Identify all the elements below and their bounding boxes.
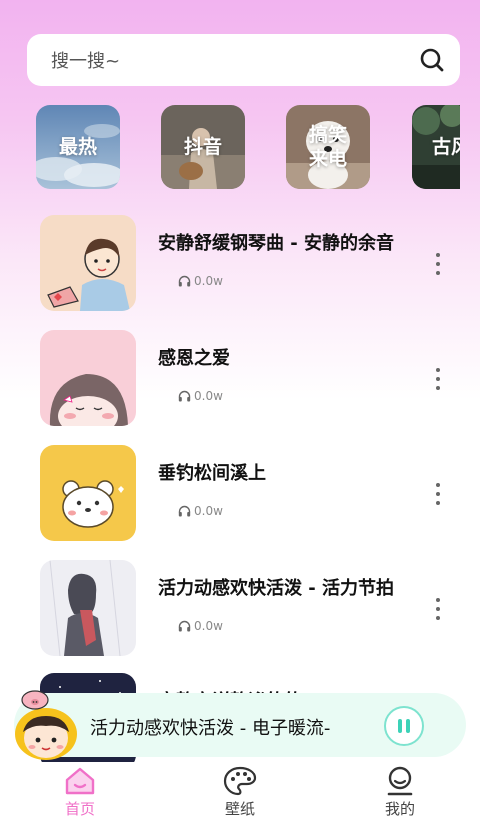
- more-options-icon[interactable]: [432, 483, 444, 505]
- play-count: 0.0w: [178, 619, 223, 633]
- song-row[interactable]: 安静舒缓钢琴曲 - 安静的余音 0.0w: [0, 215, 480, 311]
- search-placeholder: 搜一搜~: [51, 51, 121, 72]
- more-options-icon[interactable]: [432, 253, 444, 275]
- headphones-icon: [178, 620, 191, 632]
- category-douyin[interactable]: 抖音: [161, 105, 245, 189]
- song-title: 垂钓松间溪上: [158, 463, 266, 484]
- headphones-icon: [178, 505, 191, 517]
- play-count-value: 0.0w: [194, 619, 223, 633]
- headphones-icon: [178, 275, 191, 287]
- headphones-icon: [178, 390, 191, 402]
- search-bar[interactable]: 搜一搜~: [27, 34, 460, 86]
- more-options-icon[interactable]: [432, 598, 444, 620]
- profile-icon: [387, 766, 413, 796]
- tab-home[interactable]: 首页: [50, 766, 110, 819]
- category-ancient-style[interactable]: 古风: [412, 105, 460, 189]
- category-funny-ringtone[interactable]: 搞笑 来电: [286, 105, 370, 189]
- play-count: 0.0w: [178, 389, 223, 403]
- song-cover: [40, 330, 136, 426]
- song-row[interactable]: 垂钓松间溪上 0.0w: [0, 445, 480, 541]
- now-playing-title: 活力动感欢快活泼 - 电子暖流-: [90, 718, 331, 739]
- play-count: 0.0w: [178, 274, 223, 288]
- palette-icon: [223, 766, 257, 796]
- song-cover: [40, 560, 136, 656]
- tab-wallpaper[interactable]: 壁纸: [210, 766, 270, 819]
- category-label: 古风: [432, 136, 460, 158]
- tab-label: 壁纸: [224, 800, 255, 818]
- category-row: 最热 抖音 搞笑 来电 古风: [36, 105, 460, 189]
- play-count: 0.0w: [178, 504, 223, 518]
- play-count-value: 0.0w: [194, 389, 223, 403]
- player-avatar: [13, 690, 79, 760]
- play-count-value: 0.0w: [194, 504, 223, 518]
- category-label: 抖音: [183, 136, 222, 158]
- song-cover: [40, 445, 136, 541]
- category-label: 搞笑 来电: [308, 124, 347, 170]
- song-title: 感恩之爱: [158, 348, 230, 369]
- song-row[interactable]: 感恩之爱 0.0w: [0, 330, 480, 426]
- more-options-icon[interactable]: [432, 368, 444, 390]
- song-cover: [40, 215, 136, 311]
- bottom-tab-bar: 首页 壁纸 我的: [0, 762, 480, 826]
- home-icon: [65, 767, 95, 795]
- tab-label: 我的: [384, 800, 415, 818]
- play-count-value: 0.0w: [194, 274, 223, 288]
- song-row[interactable]: 活力动感欢快活泼 - 活力节拍 0.0w: [0, 560, 480, 656]
- tab-profile[interactable]: 我的: [370, 766, 430, 819]
- category-label: 最热: [58, 136, 97, 158]
- song-title: 活力动感欢快活泼 - 活力节拍: [158, 578, 395, 599]
- category-hot[interactable]: 最热: [36, 105, 120, 189]
- search-icon[interactable]: [418, 46, 446, 74]
- song-title: 安静舒缓钢琴曲 - 安静的余音: [158, 233, 395, 254]
- tab-label: 首页: [64, 800, 95, 818]
- mini-player[interactable]: 活力动感欢快活泼 - 电子暖流-: [13, 690, 466, 760]
- pause-icon[interactable]: [384, 706, 424, 746]
